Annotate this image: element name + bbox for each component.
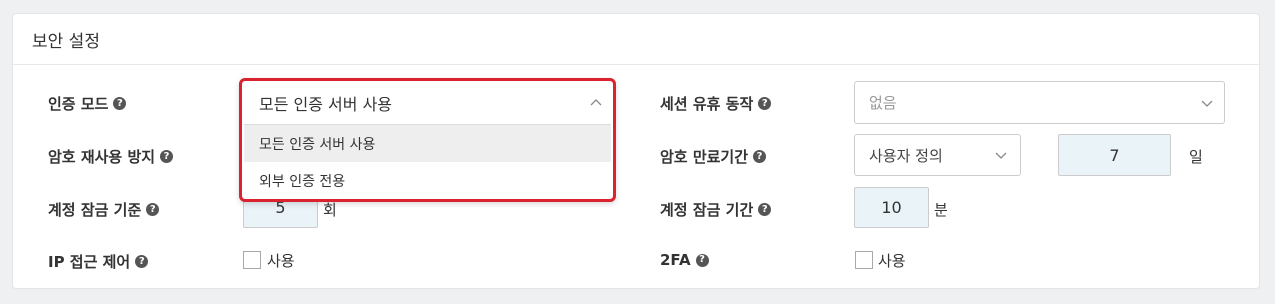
help-icon[interactable]: ? bbox=[758, 203, 772, 216]
help-icon[interactable]: ? bbox=[146, 203, 160, 216]
password-expiry-select[interactable]: 사용자 정의 bbox=[854, 134, 1021, 176]
ip-access-checkbox[interactable] bbox=[243, 251, 261, 269]
auth-mode-label: 인증 모드 ? bbox=[48, 93, 127, 114]
lockout-duration-unit: 분 bbox=[934, 201, 948, 219]
password-expiry-days-input[interactable]: 7 bbox=[1058, 134, 1171, 176]
password-expiry-selected-value: 사용자 정의 bbox=[869, 146, 943, 165]
session-idle-placeholder: 없음 bbox=[869, 94, 897, 112]
auth-mode-selected-value: 모든 인증 서버 사용 bbox=[259, 94, 393, 114]
help-icon[interactable]: ? bbox=[135, 255, 149, 268]
help-icon[interactable]: ? bbox=[113, 97, 127, 110]
ip-access-checkbox-label: 사용 bbox=[267, 252, 295, 270]
auth-mode-dropdown[interactable]: 모든 인증 서버 사용 모든 인증 서버 사용 외부 인증 전용 bbox=[239, 78, 616, 202]
auth-mode-option[interactable]: 외부 인증 전용 bbox=[244, 162, 611, 199]
panel-title: 보안 설정 bbox=[13, 14, 1259, 65]
twofa-label-text: 2FA bbox=[660, 251, 691, 269]
twofa-label: 2FA ? bbox=[660, 251, 709, 269]
help-icon[interactable]: ? bbox=[160, 150, 174, 163]
password-expiry-unit: 일 bbox=[1189, 148, 1203, 166]
lockout-duration-label-text: 계정 잠금 기간 bbox=[660, 201, 754, 219]
auth-mode-options: 모든 인증 서버 사용 외부 인증 전용 bbox=[244, 124, 611, 199]
chevron-down-icon bbox=[1201, 100, 1213, 107]
auth-mode-select[interactable]: 모든 인증 서버 사용 bbox=[242, 81, 613, 124]
lockout-threshold-label-text: 계정 잠금 기준 bbox=[48, 201, 142, 219]
password-expiry-label: 암호 만료기간 ? bbox=[660, 146, 767, 167]
session-idle-label: 세션 유휴 동작 ? bbox=[660, 93, 772, 114]
session-idle-label-text: 세션 유휴 동작 bbox=[660, 95, 754, 113]
help-icon[interactable]: ? bbox=[753, 150, 767, 163]
help-icon[interactable]: ? bbox=[758, 97, 772, 110]
chevron-up-icon bbox=[590, 99, 602, 106]
chevron-down-icon bbox=[995, 152, 1007, 159]
twofa-checkbox[interactable] bbox=[855, 251, 873, 269]
ip-access-label-text: IP 접근 제어 bbox=[48, 253, 131, 271]
ip-access-label: IP 접근 제어 ? bbox=[48, 251, 149, 272]
password-reuse-label: 암호 재사용 방지 ? bbox=[48, 146, 174, 167]
auth-mode-option[interactable]: 모든 인증 서버 사용 bbox=[244, 125, 611, 162]
auth-mode-label-text: 인증 모드 bbox=[48, 95, 109, 113]
password-expiry-label-text: 암호 만료기간 bbox=[660, 148, 749, 166]
lockout-threshold-unit: 회 bbox=[323, 201, 337, 219]
lockout-duration-label: 계정 잠금 기간 ? bbox=[660, 199, 772, 220]
lockout-threshold-label: 계정 잠금 기준 ? bbox=[48, 199, 160, 220]
twofa-checkbox-label: 사용 bbox=[878, 252, 906, 270]
help-icon[interactable]: ? bbox=[695, 253, 709, 267]
session-idle-select[interactable]: 없음 bbox=[854, 81, 1225, 124]
password-reuse-label-text: 암호 재사용 방지 bbox=[48, 148, 156, 166]
lockout-duration-input[interactable]: 10 bbox=[854, 187, 929, 228]
